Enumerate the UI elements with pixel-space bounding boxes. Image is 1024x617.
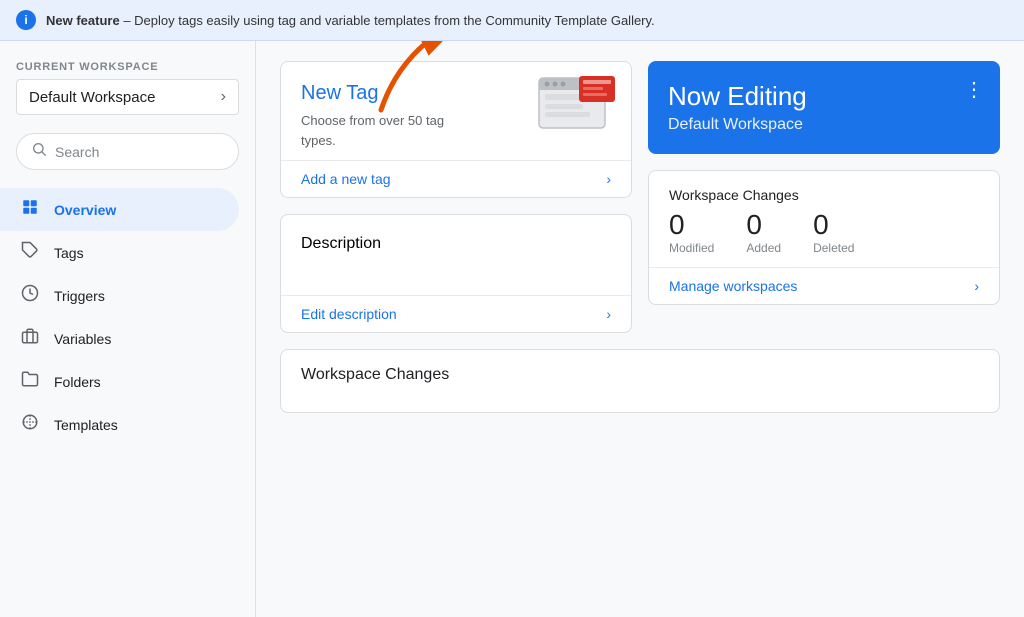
sidebar-item-overview[interactable]: Overview: [0, 188, 239, 231]
triggers-icon: [20, 284, 40, 307]
arrow-annotation: [371, 41, 491, 120]
variables-icon: [20, 327, 40, 350]
chevron-right-icon-wc: ›: [974, 278, 979, 294]
now-editing-subtitle: Default Workspace: [668, 116, 980, 134]
workspace-changes-stats: 0 Modified 0 Added 0 Deleted: [649, 211, 999, 267]
added-number: 0: [746, 211, 781, 239]
left-cards: New Tag Choose from over 50 tag types.: [280, 61, 632, 333]
folders-icon: [20, 370, 40, 393]
cards-grid: New Tag Choose from over 50 tag types.: [280, 61, 1000, 333]
sidebar-item-folders[interactable]: Folders: [0, 360, 239, 403]
new-tag-desc: Choose from over 50 tag types.: [301, 111, 481, 150]
manage-workspaces-action[interactable]: Manage workspaces ›: [649, 267, 999, 304]
workspace-name: Default Workspace: [29, 89, 155, 106]
add-new-tag-action[interactable]: Add a new tag ›: [281, 160, 631, 197]
deleted-label: Deleted: [813, 241, 854, 255]
workspace-changes-section: Workspace Changes: [280, 349, 1000, 413]
banner-text: New feature – Deploy tags easily using t…: [46, 13, 655, 28]
new-tag-card: New Tag Choose from over 50 tag types.: [280, 61, 632, 198]
sidebar-item-templates-label: Templates: [54, 417, 118, 433]
workspace-changes-section-title: Workspace Changes: [301, 366, 979, 384]
search-placeholder-text: Search: [55, 144, 99, 160]
sidebar-item-triggers[interactable]: Triggers: [0, 274, 239, 317]
templates-icon: [20, 413, 40, 436]
current-workspace-label: CURRENT WORKSPACE: [16, 61, 239, 73]
added-label: Added: [746, 241, 781, 255]
chevron-right-icon-desc: ›: [606, 306, 611, 322]
sidebar-item-overview-label: Overview: [54, 202, 116, 218]
edit-description-action[interactable]: Edit description ›: [281, 295, 631, 332]
overview-icon: [20, 198, 40, 221]
sidebar: CURRENT WORKSPACE Default Workspace › Se…: [0, 41, 256, 617]
nav-items: Overview Tags Triggers: [0, 180, 255, 601]
tag-illustration: [537, 76, 617, 139]
main-content: New Tag Choose from over 50 tag types.: [256, 41, 1024, 617]
chevron-right-icon: ›: [221, 88, 226, 106]
sidebar-item-variables[interactable]: Variables: [0, 317, 239, 360]
description-card-body: Description: [281, 215, 631, 295]
info-icon: i: [16, 10, 36, 30]
now-editing-title: Now Editing: [668, 81, 980, 112]
new-tag-card-body: New Tag Choose from over 50 tag types.: [281, 62, 631, 160]
added-stat: 0 Added: [746, 211, 781, 255]
sidebar-item-templates[interactable]: Templates: [0, 403, 239, 446]
workspace-selector[interactable]: Default Workspace ›: [16, 79, 239, 115]
workspace-section: CURRENT WORKSPACE Default Workspace ›: [0, 41, 255, 123]
now-editing-card: ⋮ Now Editing Default Workspace: [648, 61, 1000, 154]
search-section: Search: [0, 123, 255, 180]
top-banner: i New feature – Deploy tags easily using…: [0, 0, 1024, 41]
sidebar-item-tags-label: Tags: [54, 245, 84, 261]
sidebar-item-variables-label: Variables: [54, 331, 111, 347]
main-layout: CURRENT WORKSPACE Default Workspace › Se…: [0, 41, 1024, 617]
modified-number: 0: [669, 211, 714, 239]
modified-stat: 0 Modified: [669, 211, 714, 255]
deleted-number: 0: [813, 211, 854, 239]
workspace-changes-mini-card: Workspace Changes 0 Modified 0 Added 0 D: [648, 170, 1000, 305]
more-options-button[interactable]: ⋮: [964, 77, 984, 102]
chevron-right-icon: ›: [606, 171, 611, 187]
description-title: Description: [301, 235, 611, 253]
deleted-stat: 0 Deleted: [813, 211, 854, 255]
right-column: ⋮ Now Editing Default Workspace Workspac…: [648, 61, 1000, 333]
sidebar-item-folders-label: Folders: [54, 374, 101, 390]
description-card: Description Edit description ›: [280, 214, 632, 333]
sidebar-item-triggers-label: Triggers: [54, 288, 105, 304]
tags-icon: [20, 241, 40, 264]
search-icon: [31, 141, 47, 162]
search-box[interactable]: Search: [16, 133, 239, 170]
modified-label: Modified: [669, 241, 714, 255]
workspace-changes-title: Workspace Changes: [649, 171, 999, 211]
sidebar-item-tags[interactable]: Tags: [0, 231, 239, 274]
